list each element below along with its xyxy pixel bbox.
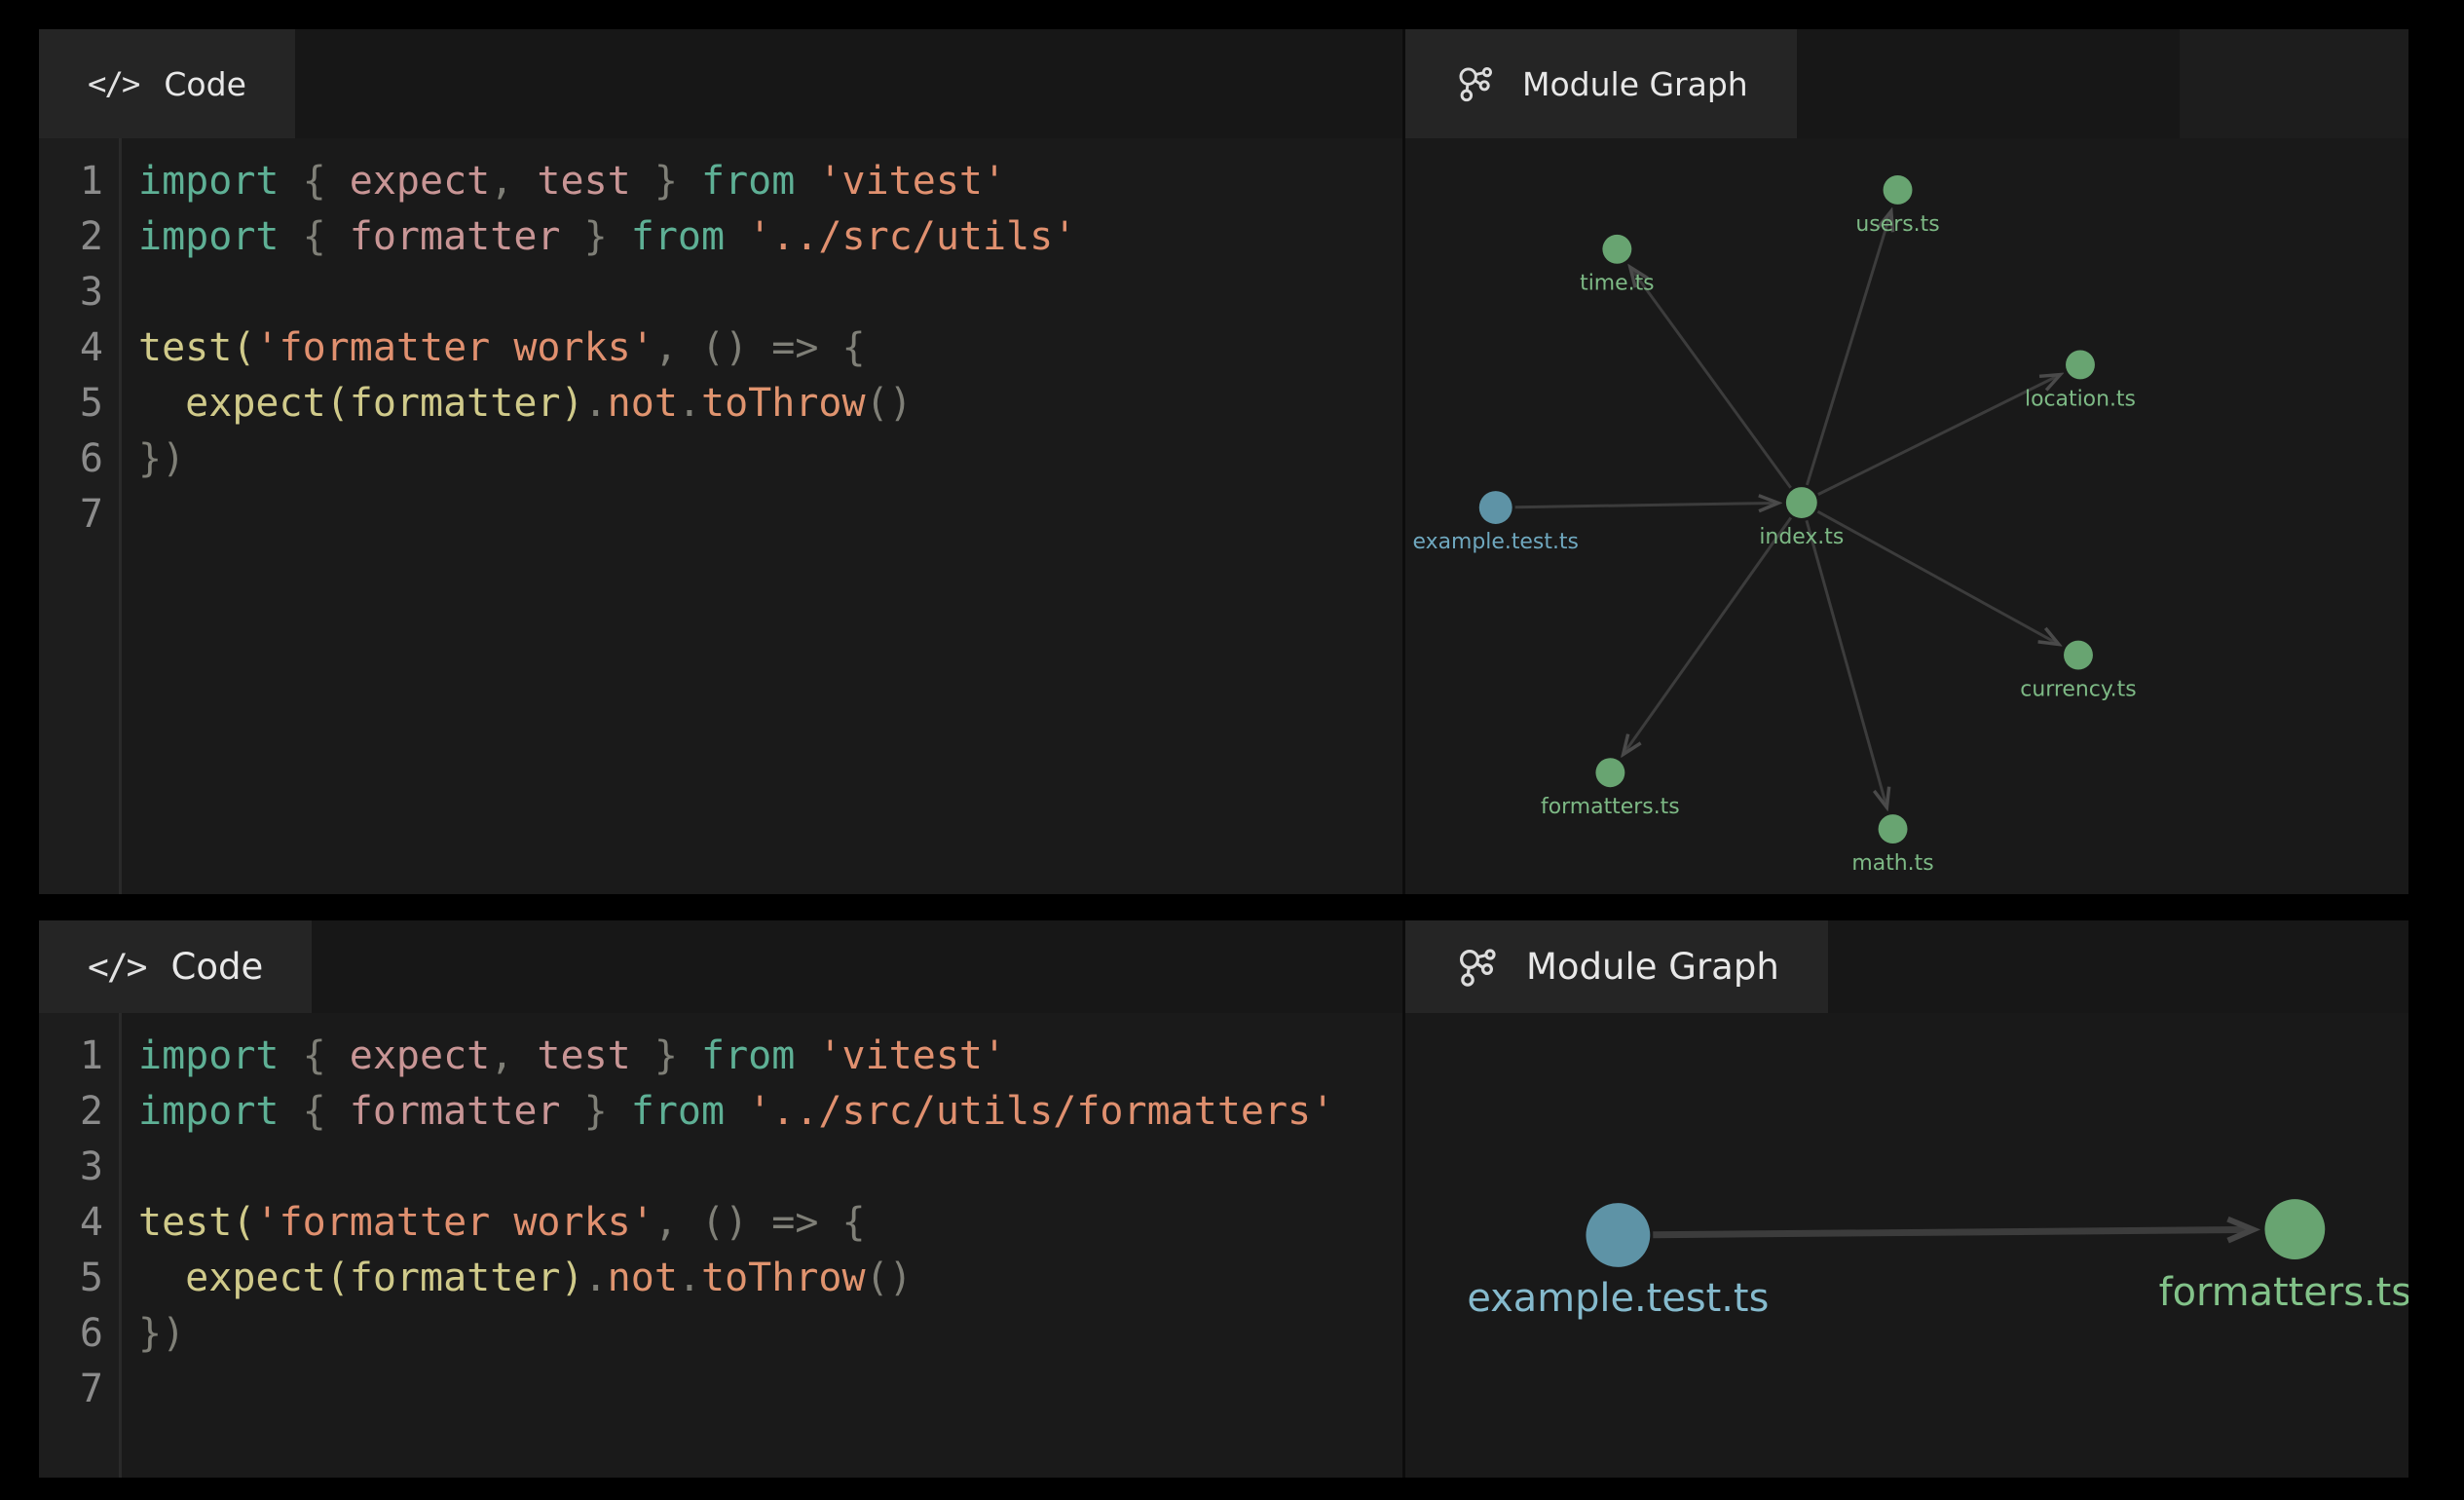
- tab-label: Code: [170, 946, 263, 988]
- code-line: 7: [39, 487, 1402, 543]
- graph-edge: [1817, 511, 2057, 643]
- graph-node-index.ts[interactable]: [1786, 487, 1817, 518]
- code-line-text: test('formatter works', () => {: [119, 1195, 866, 1251]
- line-number: 4: [39, 320, 119, 376]
- code-line: 1import { expect, test } from 'vitest': [39, 1029, 1402, 1084]
- code-line: 4test('formatter works', () => {: [39, 320, 1402, 376]
- graph-node-time.ts[interactable]: [1602, 235, 1631, 264]
- tab-code-bottom[interactable]: </> Code: [39, 920, 312, 1013]
- app-window: </> Code 1import { expect, test } from '…: [39, 29, 2408, 1478]
- node-label: example.test.ts: [1467, 1276, 1769, 1321]
- line-number: 7: [39, 487, 119, 543]
- graph-edge: [1818, 376, 2059, 495]
- code-line: 2import { formatter } from '../src/utils…: [39, 209, 1402, 265]
- code-line-text: import { expect, test } from 'vitest': [119, 1029, 1006, 1084]
- graph-node-math.ts[interactable]: [1879, 814, 1908, 844]
- line-number: 6: [39, 1306, 119, 1362]
- top-row: </> Code 1import { expect, test } from '…: [39, 29, 2408, 894]
- line-number: 5: [39, 376, 119, 431]
- line-number: 7: [39, 1362, 119, 1417]
- line-number: 3: [39, 265, 119, 320]
- code-editor-bottom[interactable]: 1import { expect, test } from 'vitest'2i…: [39, 1013, 1402, 1478]
- top-graph-tabbar: Module Graph: [1405, 29, 2408, 138]
- code-line: 5 expect(formatter).not.toThrow(): [39, 1251, 1402, 1306]
- code-icon: </>: [88, 946, 145, 988]
- bottom-code-tabbar: </> Code: [39, 920, 1402, 1013]
- module-graph-icon: [1454, 62, 1497, 105]
- module-graph-canvas-top[interactable]: users.ts time.ts location.ts example.test.t…: [1405, 138, 2408, 894]
- top-graph-panel: Module Graph users.ts time.ts location.ts e…: [1402, 29, 2408, 894]
- code-icon: </>: [88, 65, 138, 102]
- graph-node-formatters.ts[interactable]: [1595, 758, 1624, 787]
- graph-edge: [1515, 503, 1776, 506]
- code-line: 7: [39, 1362, 1402, 1417]
- line-number: 1: [39, 154, 119, 209]
- module-graph-canvas-bottom[interactable]: example.test.ts formatters.ts: [1405, 1013, 2408, 1478]
- graph-node-currency.ts[interactable]: [2064, 641, 2093, 670]
- node-label: location.ts: [2025, 387, 2136, 411]
- graph-edge: [1653, 1229, 2251, 1234]
- graph-edge: [1807, 520, 1886, 806]
- code-line-text: [119, 265, 138, 320]
- code-line-text: test('formatter works', () => {: [119, 320, 866, 376]
- code-line: 3: [39, 265, 1402, 320]
- graph-edge: [1631, 269, 1791, 488]
- node-label: index.ts: [1759, 525, 1844, 549]
- node-label: users.ts: [1855, 212, 1939, 237]
- tab-label: Module Graph: [1522, 65, 1748, 103]
- bottom-graph-tabbar: Module Graph: [1405, 920, 2408, 1013]
- code-line: 2import { formatter } from '../src/utils…: [39, 1084, 1402, 1140]
- graph-node-formatters.ts[interactable]: [2264, 1199, 2325, 1259]
- tab-module-graph-bottom[interactable]: Module Graph: [1405, 920, 1828, 1013]
- code-line-text: [119, 1140, 138, 1195]
- code-line: 6}): [39, 431, 1402, 487]
- line-number: 6: [39, 431, 119, 487]
- code-line-text: import { formatter } from '../src/utils': [119, 209, 1076, 265]
- header-spacer: [2180, 29, 2408, 138]
- code-line: 1import { expect, test } from 'vitest': [39, 154, 1402, 209]
- code-line-text: }): [119, 431, 185, 487]
- tab-module-graph-top[interactable]: Module Graph: [1405, 29, 1797, 138]
- graph-node-location.ts[interactable]: [2066, 350, 2095, 379]
- graph-node-example.test.ts[interactable]: [1586, 1203, 1650, 1267]
- code-editor-top[interactable]: 1import { expect, test } from 'vitest'2i…: [39, 138, 1402, 894]
- top-code-tabbar: </> Code: [39, 29, 1402, 138]
- node-label: math.ts: [1851, 851, 1933, 876]
- line-number: 2: [39, 209, 119, 265]
- line-number: 4: [39, 1195, 119, 1251]
- code-line-text: expect(formatter).not.toThrow(): [119, 376, 913, 431]
- node-label: formatters.ts: [1541, 795, 1680, 819]
- node-label: currency.ts: [2020, 677, 2136, 701]
- tab-label: Code: [164, 65, 245, 103]
- code-line-text: import { expect, test } from 'vitest': [119, 154, 1006, 209]
- graph-edge: [1624, 517, 1791, 752]
- tab-label: Module Graph: [1526, 946, 1779, 988]
- line-number: 2: [39, 1084, 119, 1140]
- graph-node-users.ts[interactable]: [1884, 175, 1913, 205]
- code-line-text: import { formatter } from '../src/utils/…: [119, 1084, 1334, 1140]
- code-line: 3: [39, 1140, 1402, 1195]
- node-label: example.test.ts: [1413, 530, 1579, 554]
- top-code-panel: </> Code 1import { expect, test } from '…: [39, 29, 1402, 894]
- line-number: 1: [39, 1029, 119, 1084]
- code-line: 6}): [39, 1306, 1402, 1362]
- code-line-text: [119, 487, 138, 543]
- code-line: 5 expect(formatter).not.toThrow(): [39, 376, 1402, 431]
- code-line: 4test('formatter works', () => {: [39, 1195, 1402, 1251]
- code-line-text: [119, 1362, 138, 1417]
- line-number: 5: [39, 1251, 119, 1306]
- bottom-code-panel: </> Code 1import { expect, test } from '…: [39, 920, 1402, 1478]
- graph-edge: [1807, 213, 1890, 485]
- bottom-row: </> Code 1import { expect, test } from '…: [39, 920, 2408, 1478]
- node-label: formatters.ts: [2159, 1270, 2408, 1315]
- line-number: 3: [39, 1140, 119, 1195]
- module-graph-icon: [1454, 944, 1501, 991]
- code-line-text: expect(formatter).not.toThrow(): [119, 1251, 913, 1306]
- graph-node-example.test.ts[interactable]: [1479, 491, 1512, 524]
- node-label: time.ts: [1580, 272, 1655, 296]
- bottom-graph-panel: Module Graph example.test.ts formatters.t…: [1402, 920, 2408, 1478]
- code-line-text: }): [119, 1306, 185, 1362]
- tab-code-top[interactable]: </> Code: [39, 29, 295, 138]
